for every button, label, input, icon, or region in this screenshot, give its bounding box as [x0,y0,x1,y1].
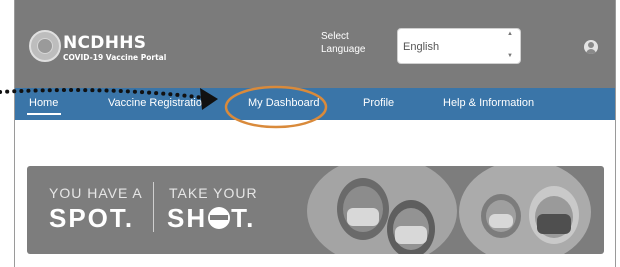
annotation-overlay [0,85,328,129]
arrow-head-icon [200,88,218,110]
highlight-ellipse [224,85,328,129]
dotted-arrow-line [0,88,207,100]
